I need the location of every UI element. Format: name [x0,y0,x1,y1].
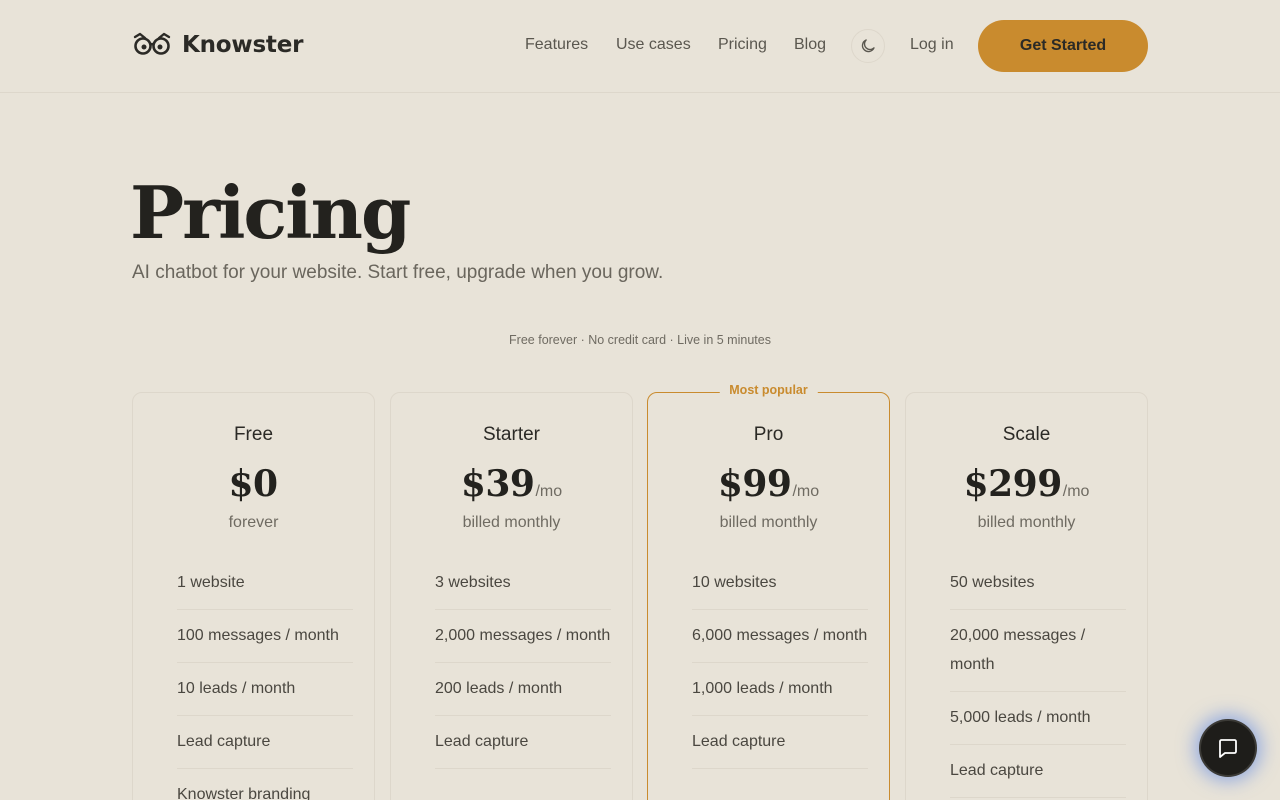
plan-features: 10 websites 6,000 messages / month 1,000… [692,557,868,769]
pricing-tagline: Free forever · No credit card · Live in … [509,333,771,347]
feature-item: 10 leads / month [177,663,353,716]
feature-item: Lead capture [692,716,868,769]
plan-price-row: $299 /mo [906,463,1147,505]
plan-features: 50 websites 20,000 messages / month 5,00… [950,557,1126,798]
plan-price: $99 [717,463,792,505]
plan-name: Scale [1002,424,1051,445]
plan-card-scale: Scale $299 /mo billed monthly 50 website… [905,392,1148,800]
feature-item: 1 website [177,557,353,610]
feature-item: 2,000 messages / month [435,610,611,663]
page-subtitle: AI chatbot for your website. Start free,… [132,262,664,283]
plan-price-row: $0 [133,463,374,505]
page-title: Pricing [130,170,411,255]
plan-period: /mo [535,483,563,500]
feature-item: 1,000 leads / month [692,663,868,716]
plan-billing: billed monthly [719,514,818,531]
plan-price: $299 [963,463,1063,505]
feature-item: 100 messages / month [177,610,353,663]
nav-blog[interactable]: Blog [794,36,826,54]
moon-icon [861,39,875,53]
plan-price-row: $99 /mo [648,463,889,505]
chat-bubble-icon [1219,739,1237,758]
feature-item: 200 leads / month [435,663,611,716]
plan-billing: billed monthly [462,514,561,531]
feature-item: Lead capture [177,716,353,769]
most-popular-badge: Most popular [719,383,818,397]
nav-use-cases[interactable]: Use cases [616,36,691,54]
plan-name: Starter [482,424,541,445]
feature-item: 3 websites [435,557,611,610]
plan-name: Pro [753,424,784,445]
chat-widget-button[interactable] [1201,721,1255,775]
nav-features[interactable]: Features [525,36,588,54]
plan-billing: billed monthly [977,514,1076,531]
plan-billing: forever [228,514,279,531]
plan-card-free: Free $0 forever 1 website 100 messages /… [132,392,375,800]
plan-price: $39 [460,463,535,505]
theme-toggle-button[interactable] [851,29,885,63]
feature-item: 10 websites [692,557,868,610]
plan-name: Free [233,424,274,445]
get-started-button[interactable]: Get Started [978,20,1148,72]
plan-card-starter: Starter $39 /mo billed monthly 3 website… [390,392,633,800]
feature-item: 6,000 messages / month [692,610,868,663]
site-header: Knowster Features Use cases Pricing Blog… [0,0,1280,93]
feature-item: 50 websites [950,557,1126,610]
plan-card-pro: Most popular Pro $99 /mo billed monthly … [647,383,890,800]
feature-item: Lead capture [950,745,1126,798]
plan-period: /mo [792,483,820,500]
feature-item: Lead capture [435,716,611,769]
plan-features: 1 website 100 messages / month 10 leads … [177,557,353,800]
plan-price-row: $39 /mo [391,463,632,505]
feature-item: Knowster branding [177,769,353,800]
nav-pricing[interactable]: Pricing [718,36,767,54]
plan-price: $0 [228,463,278,505]
plan-period: /mo [1062,483,1090,500]
plan-features: 3 websites 2,000 messages / month 200 le… [435,557,611,769]
feature-item: 5,000 leads / month [950,692,1126,745]
feature-item: 20,000 messages / month [950,610,1126,692]
main-nav: Features Use cases Pricing Blog Log in G… [0,0,1280,93]
login-link[interactable]: Log in [910,36,954,54]
